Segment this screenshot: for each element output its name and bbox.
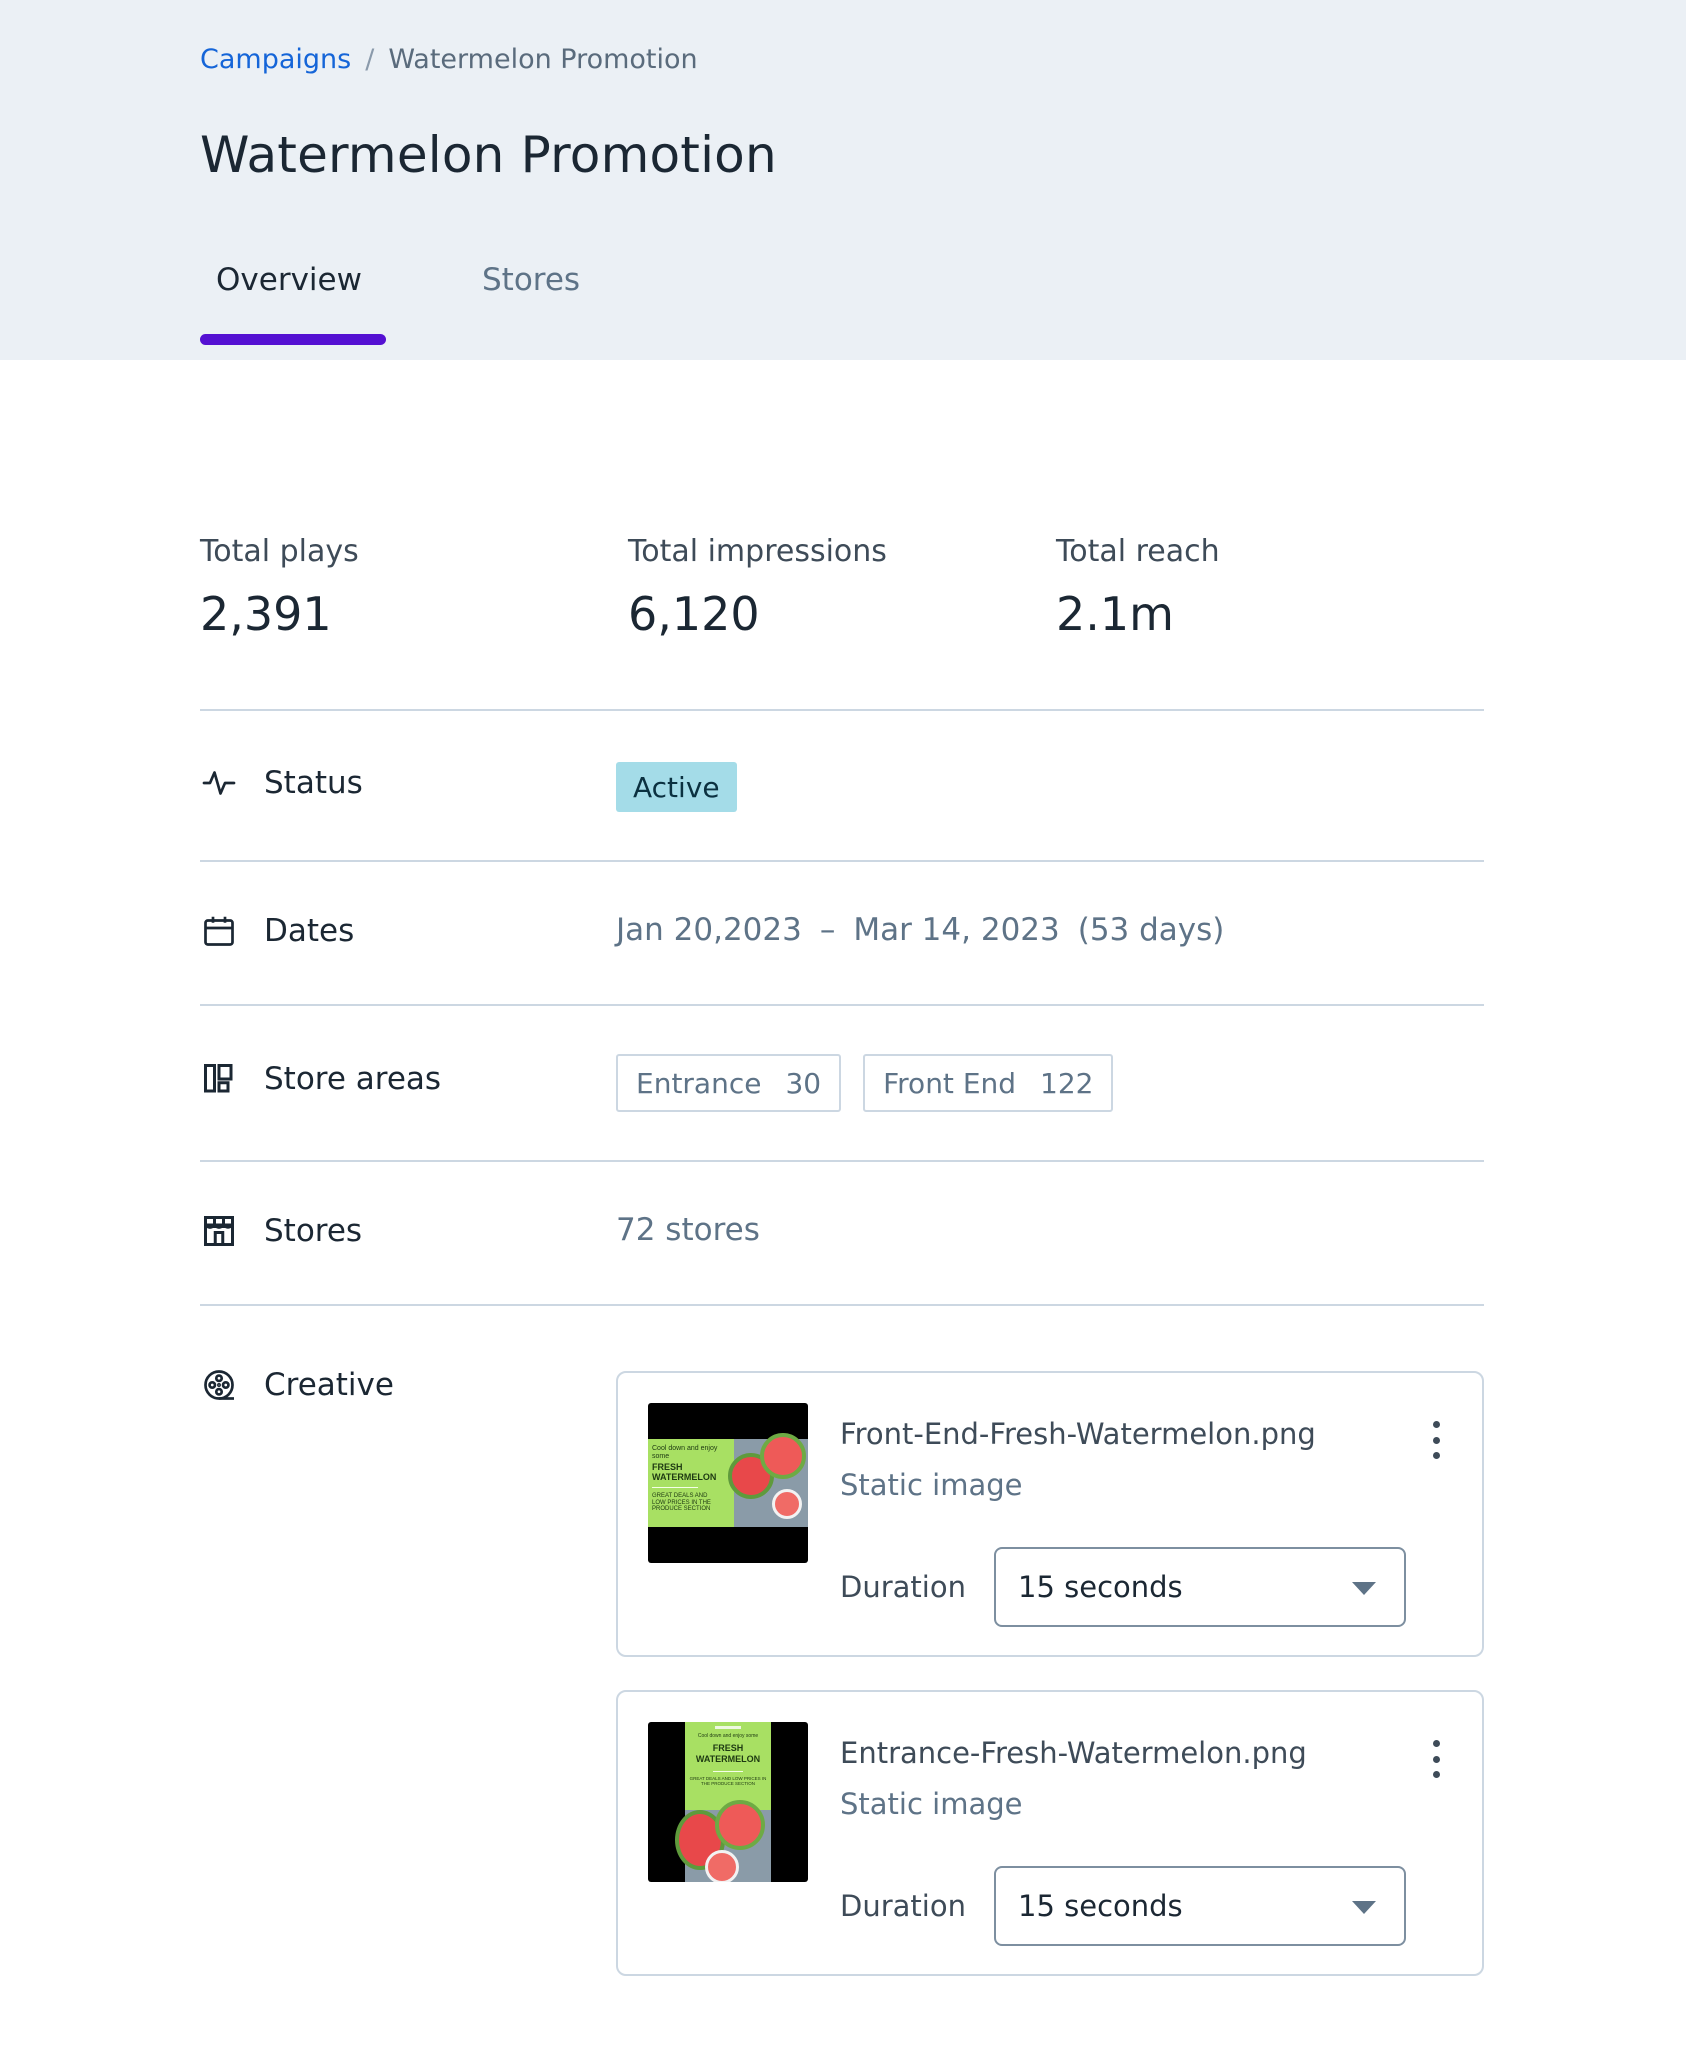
breadcrumb-campaigns-link[interactable]: Campaigns (200, 44, 351, 75)
creative-file-name: Front-End-Fresh-Watermelon.png (840, 1417, 1316, 1451)
status-badge: Active (616, 762, 737, 812)
stat-value: 6,120 (628, 587, 760, 641)
divider (200, 709, 1484, 711)
thumbnail-text: GREAT DEALS AND LOW PRICES IN THE PRODUC… (689, 1776, 767, 1786)
date-duration: (53 days) (1077, 912, 1225, 948)
watermelon-bowl (705, 1850, 739, 1882)
tab-bar: Overview Stores (200, 262, 580, 346)
thumbnail-photo (728, 1433, 808, 1527)
creative-card: Cool down and enjoy some FRESH WATERMELO… (616, 1371, 1484, 1657)
store-areas-value: Entrance 30 Front End 122 (616, 1054, 1135, 1112)
creative-label: Creative (264, 1367, 394, 1403)
stat-total-plays: Total plays 2,391 (200, 534, 628, 641)
stat-label: Total impressions (628, 534, 887, 569)
chip-name: Front End (883, 1066, 1017, 1100)
creative-row-label: Creative (200, 1366, 394, 1404)
layout-icon (200, 1060, 238, 1098)
chip-count: 30 (785, 1066, 822, 1100)
stores-value: 72 stores (616, 1212, 760, 1248)
store-areas-label: Store areas (264, 1061, 442, 1097)
breadcrumb-separator: / (365, 44, 375, 75)
more-options-icon[interactable] (1424, 1421, 1448, 1459)
dates-value: Jan 20,2023 – Mar 14, 2023 (53 days) (616, 912, 1224, 948)
stats-summary: Total plays 2,391 Total impressions 6,12… (200, 534, 1484, 641)
page-title: Watermelon Promotion (200, 126, 777, 184)
tab-overview-label: Overview (216, 262, 362, 298)
activity-icon (200, 764, 238, 802)
calendar-icon (200, 912, 238, 950)
creative-card: Cool down and enjoy some FRESH WATERMELO… (616, 1690, 1484, 1976)
duration-select-value: 15 seconds (1018, 1889, 1183, 1923)
dates-label: Dates (264, 913, 355, 949)
duration-label: Duration (840, 1889, 966, 1923)
chip-name: Entrance (636, 1066, 762, 1100)
watermelon-slice (760, 1433, 806, 1479)
start-date: Jan 20,2023 (616, 912, 802, 948)
creative-file-name: Entrance-Fresh-Watermelon.png (840, 1736, 1307, 1770)
divider (200, 1304, 1484, 1306)
thumbnail-ad-panel: Cool down and enjoy some FRESH WATERMELO… (685, 1722, 771, 1810)
breadcrumb: Campaigns / Watermelon Promotion (200, 44, 698, 75)
creative-file-type: Static image (840, 1787, 1023, 1821)
film-reel-icon (200, 1366, 238, 1404)
store-area-chip-entrance: Entrance 30 (616, 1054, 842, 1112)
chevron-down-icon (1352, 1901, 1376, 1914)
status-value: Active (616, 762, 737, 812)
stores-label: Stores (264, 1213, 363, 1249)
watermelon-bowl (772, 1489, 802, 1519)
end-date: Mar 14, 2023 (853, 912, 1060, 948)
thumbnail-text: FRESH (712, 1743, 744, 1753)
date-range-separator: – (819, 912, 836, 948)
stat-label: Total plays (200, 534, 359, 569)
thumbnail-text: WATERMELON (652, 1472, 717, 1482)
storefront-icon (200, 1212, 238, 1250)
thumbnail-photo (675, 1800, 771, 1882)
creative-file-type: Static image (840, 1468, 1023, 1502)
tab-stores[interactable]: Stores (482, 262, 580, 346)
thumbnail-text: Cool down and enjoy some (652, 1445, 718, 1460)
thumbnail-text: WATERMELON (695, 1754, 761, 1764)
divider (200, 860, 1484, 862)
chevron-down-icon (1352, 1582, 1376, 1595)
stores-row-label: Stores (200, 1212, 362, 1250)
more-options-icon[interactable] (1424, 1740, 1448, 1778)
divider (200, 1004, 1484, 1006)
status-label: Status (264, 765, 363, 801)
stat-total-impressions: Total impressions 6,120 (628, 534, 1056, 641)
creative-thumbnail: Cool down and enjoy some FRESH WATERMELO… (648, 1403, 808, 1563)
creative-thumbnail: Cool down and enjoy some FRESH WATERMELO… (648, 1722, 808, 1882)
tab-stores-label: Stores (482, 262, 581, 298)
duration-select[interactable]: 15 seconds (994, 1547, 1406, 1627)
tab-overview[interactable]: Overview (200, 262, 386, 346)
stat-value: 2.1m (1056, 587, 1174, 641)
page-header: Campaigns / Watermelon Promotion Waterme… (0, 0, 1686, 360)
thumbnail-text: GREAT DEALS AND LOW PRICES IN THE PRODUC… (652, 1493, 711, 1513)
stat-total-reach: Total reach 2.1m (1056, 534, 1484, 641)
store-area-chip-front-end: Front End 122 (863, 1054, 1114, 1112)
status-row-label: Status (200, 764, 363, 802)
chip-count: 122 (1040, 1066, 1094, 1100)
thumbnail-ad-panel: Cool down and enjoy some FRESH WATERMELO… (648, 1439, 734, 1527)
duration-select[interactable]: 15 seconds (994, 1866, 1406, 1946)
dates-row-label: Dates (200, 912, 354, 950)
active-tab-indicator (200, 334, 386, 345)
divider (200, 1160, 1484, 1162)
stat-value: 2,391 (200, 587, 332, 641)
watermelon-slice (715, 1800, 765, 1850)
stat-label: Total reach (1056, 534, 1220, 569)
store-areas-row-label: Store areas (200, 1060, 441, 1098)
duration-select-value: 15 seconds (1018, 1570, 1183, 1604)
thumbnail-text: Cool down and enjoy some (697, 1733, 759, 1739)
duration-label: Duration (840, 1570, 966, 1604)
breadcrumb-current: Watermelon Promotion (388, 44, 698, 75)
